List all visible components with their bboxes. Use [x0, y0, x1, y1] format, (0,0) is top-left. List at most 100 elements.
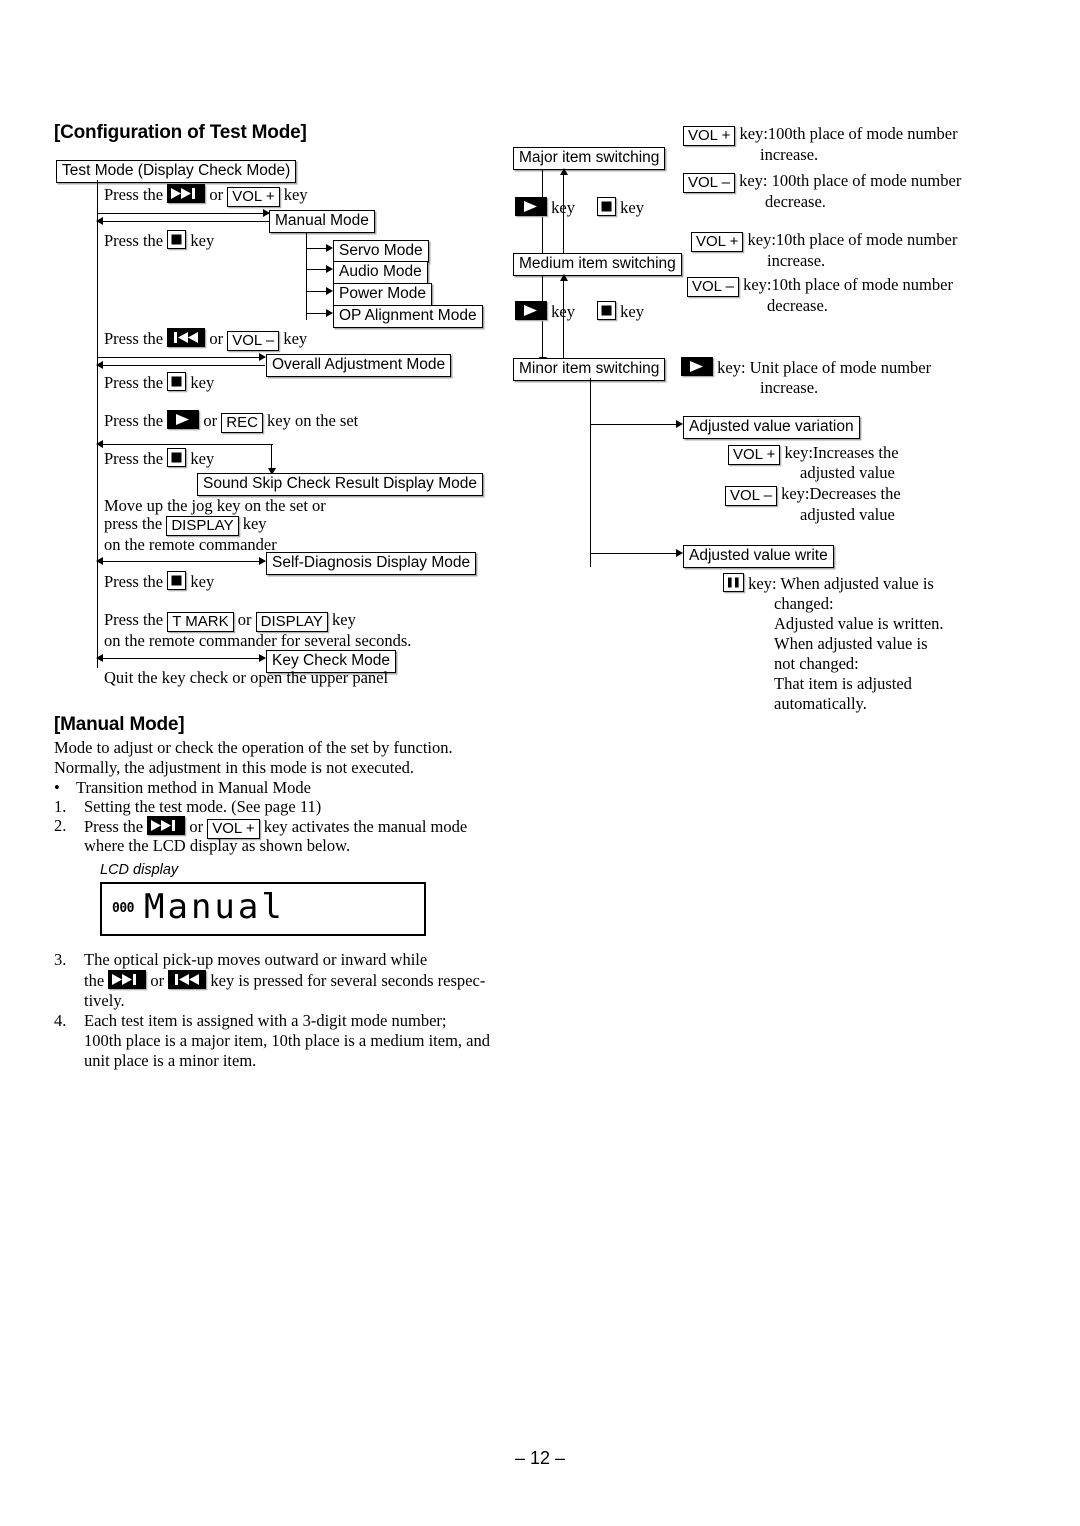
list-item-4-line2: 100th place is a major item, 10th place … — [84, 1031, 490, 1050]
flow-spine-minor-branches — [590, 378, 592, 567]
flow-line-medium-to-major — [563, 174, 565, 264]
flowbox-adjusted-value-variation[interactable]: Adjusted value variation — [683, 416, 860, 439]
display-keycap[interactable]: DISPLAY — [255, 612, 328, 632]
volplus-keycap[interactable]: VOL + — [227, 187, 280, 207]
display-keycap[interactable]: DISPLAY — [166, 516, 239, 536]
ffwd-key-icon — [167, 184, 206, 203]
lcd-display-figure: LCD display 000 Manual — [100, 862, 426, 936]
step-press-tmark-or-display: Press the T MARK or DISPLAY key — [104, 610, 356, 632]
flow-arrow-to-key-check — [97, 658, 265, 660]
note-variation-increase-line2: adjusted value — [800, 463, 895, 482]
arrow-head-up — [559, 168, 568, 175]
volplus-keycap[interactable]: VOL + — [691, 232, 744, 252]
flowbox-overall-adjustment-mode[interactable]: Overall Adjustment Mode — [266, 354, 452, 377]
arrow-head-left — [96, 654, 103, 662]
arrow-head-right — [259, 557, 266, 565]
lcd-mode-number: 000 — [112, 901, 134, 916]
list-item-text: Each test item is assigned with a 3-digi… — [84, 1011, 447, 1030]
flowbox-test-mode[interactable]: Test Mode (Display Check Mode) — [56, 160, 297, 183]
rec-keycap[interactable]: REC — [221, 413, 263, 433]
flow-line-minor-to-medium — [563, 280, 565, 366]
label-text: key — [551, 302, 575, 321]
flowbox-sound-skip-check-result-display-mode[interactable]: Sound Skip Check Result Display Mode — [197, 473, 483, 496]
flowbox-self-diagnosis-display-mode[interactable]: Self-Diagnosis Display Mode — [266, 552, 477, 575]
volplus-keycap[interactable]: VOL + — [683, 126, 736, 146]
flowbox-major-item-switching[interactable]: Major item switching — [513, 147, 666, 170]
flowbox-medium-item-switching[interactable]: Medium item switching — [513, 253, 682, 276]
flowbox-audio-mode[interactable]: Audio Mode — [333, 261, 428, 284]
step-label-prefix: Press the — [104, 373, 164, 392]
flowbox-servo-mode[interactable]: Servo Mode — [333, 240, 429, 263]
flow-spine-left — [97, 180, 99, 668]
flowbox-manual-mode[interactable]: Manual Mode — [269, 210, 375, 233]
stop-key-icon — [167, 372, 187, 391]
step-jog-or-display-line2: press the DISPLAY key — [104, 514, 267, 536]
step-conjunction: or — [209, 185, 224, 204]
label-play-key-2: key — [515, 301, 575, 322]
volminus-keycap[interactable]: VOL – — [227, 331, 280, 351]
label-text: key — [620, 198, 644, 217]
flow-arrow-to-overall — [97, 357, 265, 359]
step-label-prefix: Press the — [104, 329, 164, 348]
arrow-head-right — [259, 654, 266, 662]
list-item-transition-method: • Transition method in Manual Mode — [54, 778, 514, 798]
step-label-suffix: key — [190, 572, 215, 591]
step-press-stop-4: Press the key — [104, 571, 214, 592]
step-press-rew-or-volminus: Press the or VOL – key — [104, 328, 307, 351]
step-label-prefix: Press the — [104, 610, 164, 629]
note-write-line2: changed: — [774, 594, 834, 613]
stop-key-icon — [597, 301, 616, 320]
volminus-keycap[interactable]: VOL – — [683, 173, 735, 193]
text-prefix: Press the — [84, 817, 144, 836]
arrow-head-left — [96, 557, 103, 565]
note-text: key:Decreases the — [781, 484, 901, 503]
list-number: 4. — [54, 1011, 67, 1030]
note-text: key: 100th place of mode number — [739, 171, 962, 190]
note-variation-decrease-line1: VOL – key:Decreases the — [725, 484, 901, 506]
note-medium-increase-line1: VOL + key:10th place of mode number — [691, 230, 957, 252]
list-item-text: Setting the test mode. (See page 11) — [84, 797, 322, 816]
step-press-stop-1: Press the key — [104, 230, 214, 251]
list-item-text: The optical pick-up moves outward or inw… — [84, 950, 428, 969]
flowbox-adjusted-value-write[interactable]: Adjusted value write — [683, 545, 834, 568]
volplus-keycap[interactable]: VOL + — [728, 445, 781, 465]
flowbox-op-alignment-mode[interactable]: OP Alignment Mode — [333, 305, 483, 328]
text-suffix: key activates the manual mode — [263, 817, 468, 836]
note-write-line3: Adjusted value is written. — [774, 614, 944, 633]
flow-arrow-to-self-diagnosis — [97, 561, 265, 563]
flow-branch-servo — [306, 248, 328, 250]
note-major-decrease-line1: VOL – key: 100th place of mode number — [683, 171, 961, 193]
tmark-keycap[interactable]: T MARK — [167, 612, 234, 632]
text-conjunction: or — [150, 971, 165, 990]
volminus-keycap[interactable]: VOL – — [687, 277, 739, 297]
flow-arrow-from-manual — [97, 221, 269, 223]
stop-key-icon — [167, 230, 187, 249]
note-text: key:Increases the — [784, 443, 899, 462]
flowbox-power-mode[interactable]: Power Mode — [333, 283, 433, 306]
step-jog-or-display-line3: on the remote commander — [104, 535, 277, 555]
rew-key-icon — [168, 970, 207, 989]
play-key-icon — [167, 410, 200, 429]
step-text: Move up the jog key on the set or — [104, 496, 326, 515]
note-medium-decrease-line1: VOL – key:10th place of mode number — [687, 275, 953, 297]
label-stop-key-1: key — [597, 197, 644, 218]
volminus-keycap[interactable]: VOL – — [725, 486, 777, 506]
flow-branch-adj-variation — [590, 424, 678, 426]
note-variation-decrease-line2: adjusted value — [800, 505, 895, 524]
list-item-4-line3: unit place is a minor item. — [84, 1051, 257, 1070]
page-title-configuration: [Configuration of Test Mode] — [54, 122, 307, 143]
flow-arrow-from-overall — [97, 365, 265, 367]
play-key-icon — [681, 357, 713, 376]
note-write-line1: key: When adjusted value is — [723, 573, 934, 594]
flow-branch-power — [306, 291, 328, 293]
step-label-prefix: Press the — [104, 411, 164, 430]
step-label-prefix: Press the — [104, 572, 164, 591]
step-label-suffix: key — [190, 449, 215, 468]
note-major-increase-line2: increase. — [760, 145, 819, 164]
label-text: key — [620, 302, 644, 321]
arrow-head-right — [326, 244, 333, 252]
note-text: key:10th place of mode number — [743, 275, 953, 294]
note-write-line7: automatically. — [774, 694, 867, 713]
step-jog-or-display-line1: Move up the jog key on the set or — [104, 496, 326, 516]
flow-branch-op-alignment — [306, 313, 328, 315]
